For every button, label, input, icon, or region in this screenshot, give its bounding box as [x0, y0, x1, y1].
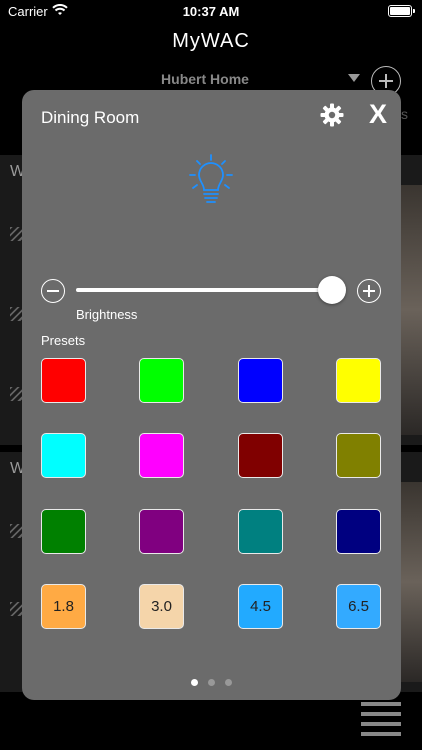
preset-temperature-label: 3.0	[151, 598, 172, 615]
lightbulb-icon	[189, 154, 233, 203]
modal-title: Dining Room	[41, 108, 140, 127]
preset-temperature-label: 6.5	[348, 598, 369, 615]
preset-swatch[interactable]: 6.5	[336, 584, 381, 629]
preset-temperature-label: 4.5	[250, 598, 271, 615]
app-title: MyWAC	[172, 30, 250, 52]
preset-swatch[interactable]	[41, 358, 86, 403]
preset-swatch[interactable]	[41, 433, 86, 478]
preset-swatch[interactable]	[238, 509, 283, 554]
preset-swatch[interactable]	[139, 358, 184, 403]
preset-swatch[interactable]	[41, 509, 86, 554]
page-dot[interactable]	[208, 679, 215, 686]
preset-swatch[interactable]	[336, 433, 381, 478]
preset-temperature-label: 1.8	[53, 598, 74, 615]
clock: 10:37 AM	[182, 4, 240, 19]
preset-swatch[interactable]: 1.8	[41, 584, 86, 629]
room-photo	[398, 185, 422, 435]
room-photo	[398, 482, 422, 682]
home-selector[interactable]: Hubert Home	[0, 66, 422, 96]
background-text: s	[401, 106, 408, 122]
gear-icon[interactable]	[320, 103, 344, 127]
menu-icon[interactable]	[361, 702, 401, 736]
light-control-modal: Dining Room X Brightness Presets 1.8 3.0…	[22, 90, 401, 700]
page-indicator[interactable]	[22, 673, 401, 691]
preset-swatch[interactable]: 4.5	[238, 584, 283, 629]
preset-swatch[interactable]	[139, 509, 184, 554]
preset-swatch[interactable]	[336, 358, 381, 403]
preset-swatch[interactable]	[336, 509, 381, 554]
close-button[interactable]: X	[366, 100, 390, 128]
preset-swatch[interactable]	[139, 433, 184, 478]
page-dot[interactable]	[225, 679, 232, 686]
brightness-decrease-button[interactable]	[41, 279, 65, 303]
preset-swatch[interactable]: 3.0	[139, 584, 184, 629]
brightness-increase-button[interactable]	[357, 279, 381, 303]
brightness-slider-thumb[interactable]	[318, 276, 346, 304]
presets-label: Presets	[41, 333, 86, 348]
preset-swatch[interactable]	[238, 358, 283, 403]
preset-swatch[interactable]	[238, 433, 283, 478]
dropdown-caret-icon[interactable]	[348, 74, 360, 82]
status-bar: Carrier 10:37 AM	[0, 0, 422, 24]
brightness-slider[interactable]	[76, 288, 332, 292]
brightness-label: Brightness	[76, 307, 138, 322]
page-dot[interactable]	[191, 679, 198, 686]
battery-icon	[388, 5, 415, 17]
